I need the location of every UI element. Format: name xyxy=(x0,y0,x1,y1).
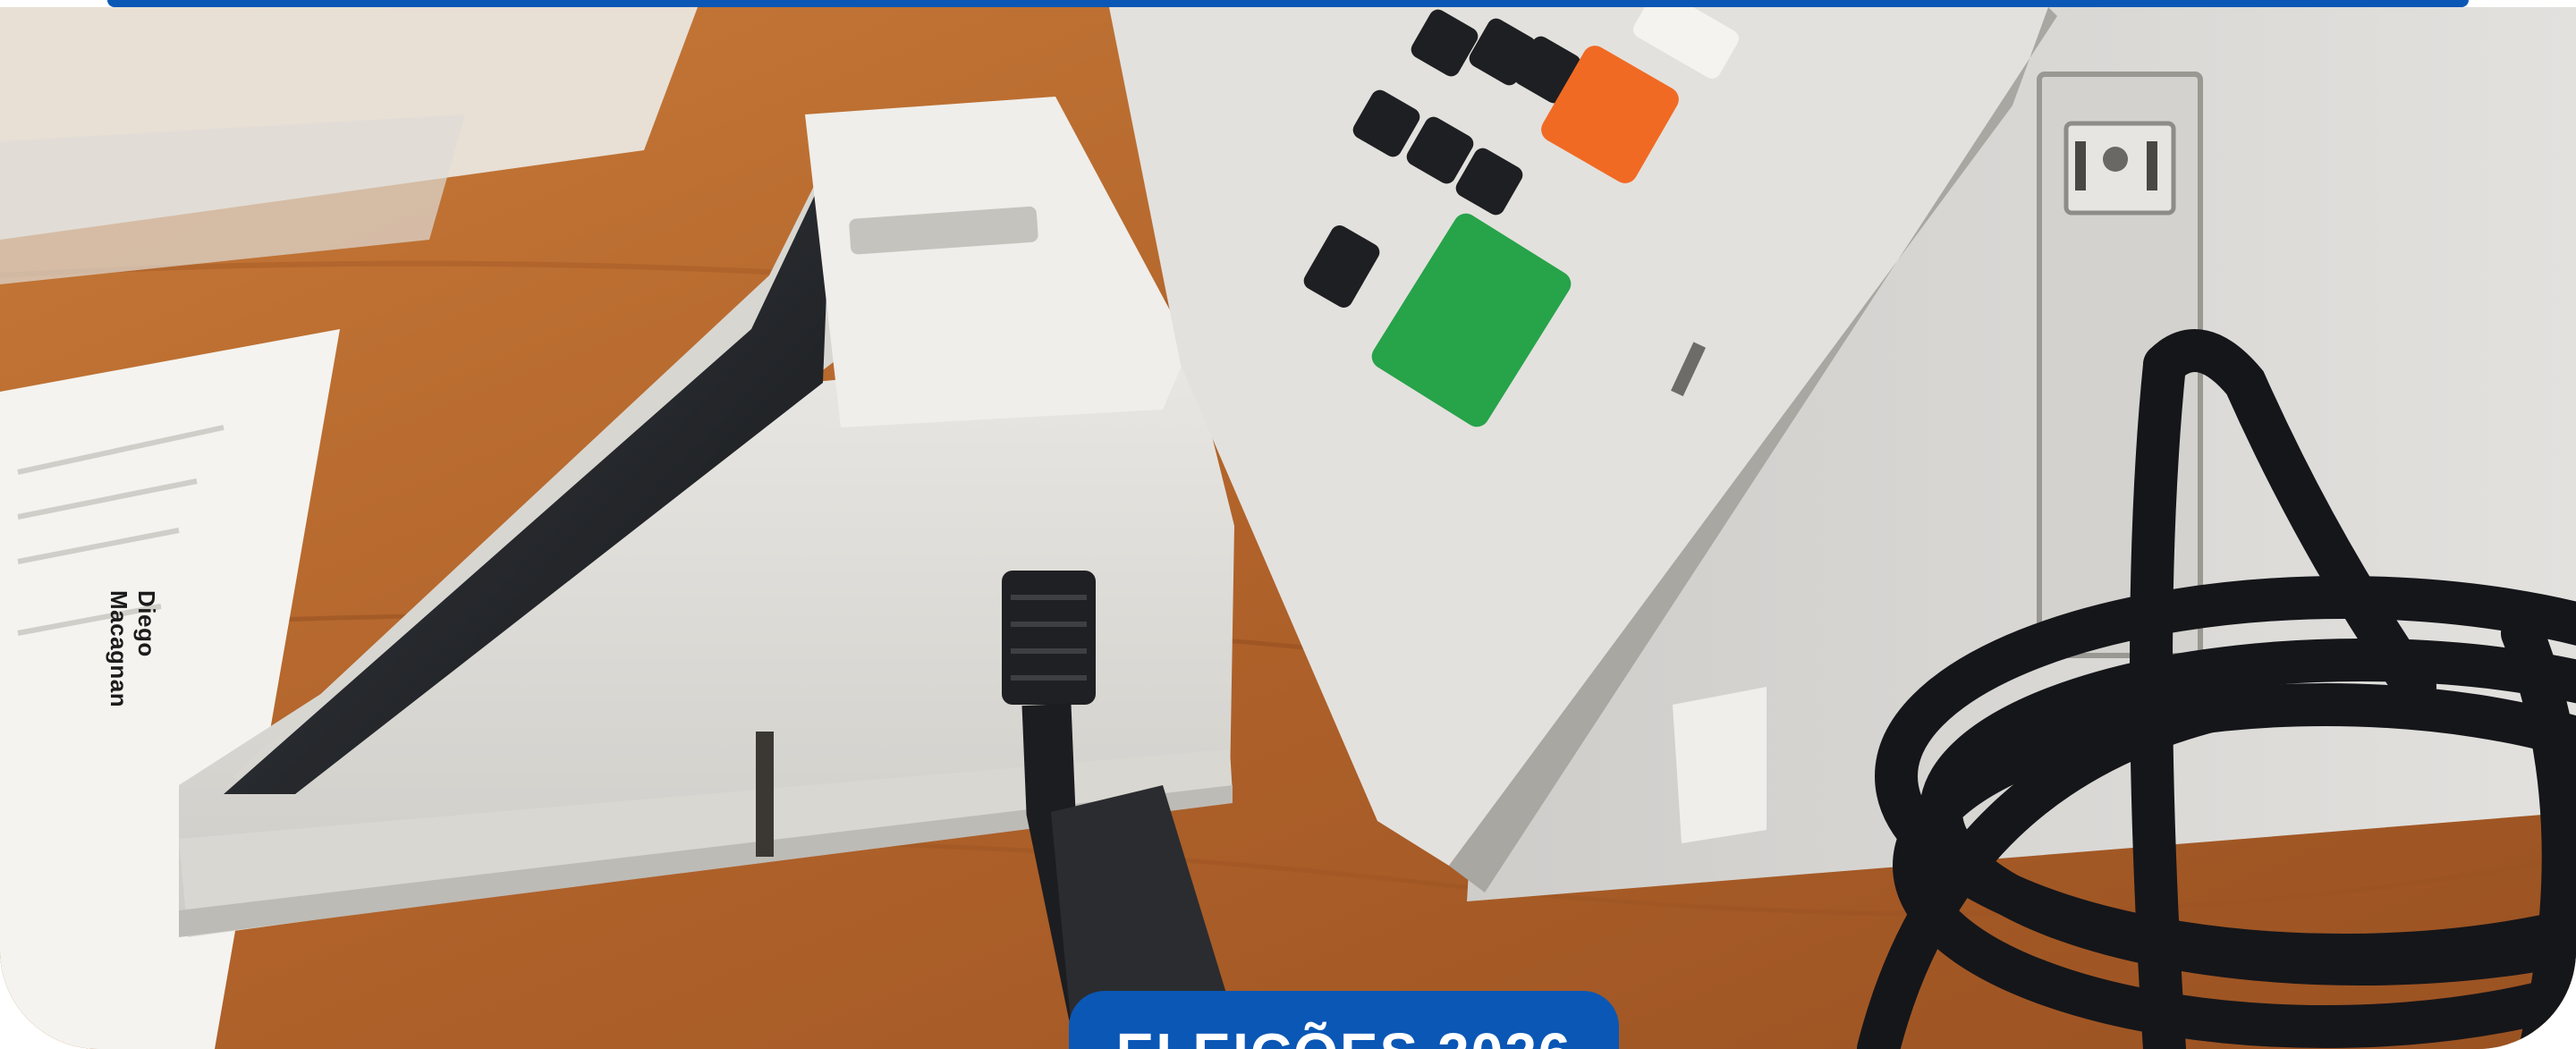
cable-connector xyxy=(1002,571,1096,705)
election-badge[interactable]: ELEIÇÕES 2026 xyxy=(1069,991,1619,1049)
photo-credit: Diego Macagnan xyxy=(106,590,160,708)
election-badge-label: ELEIÇÕES 2026 xyxy=(1116,1021,1572,1049)
voting-machine-illustration xyxy=(0,7,2576,1049)
news-header-frame: Diego Macagnan ELEIÇÕES 2026 xyxy=(0,0,2576,1049)
hero-photo xyxy=(0,7,2576,1049)
terminal-slot xyxy=(756,732,774,857)
top-accent-bar xyxy=(107,0,2469,7)
side-latch xyxy=(1673,687,1767,843)
